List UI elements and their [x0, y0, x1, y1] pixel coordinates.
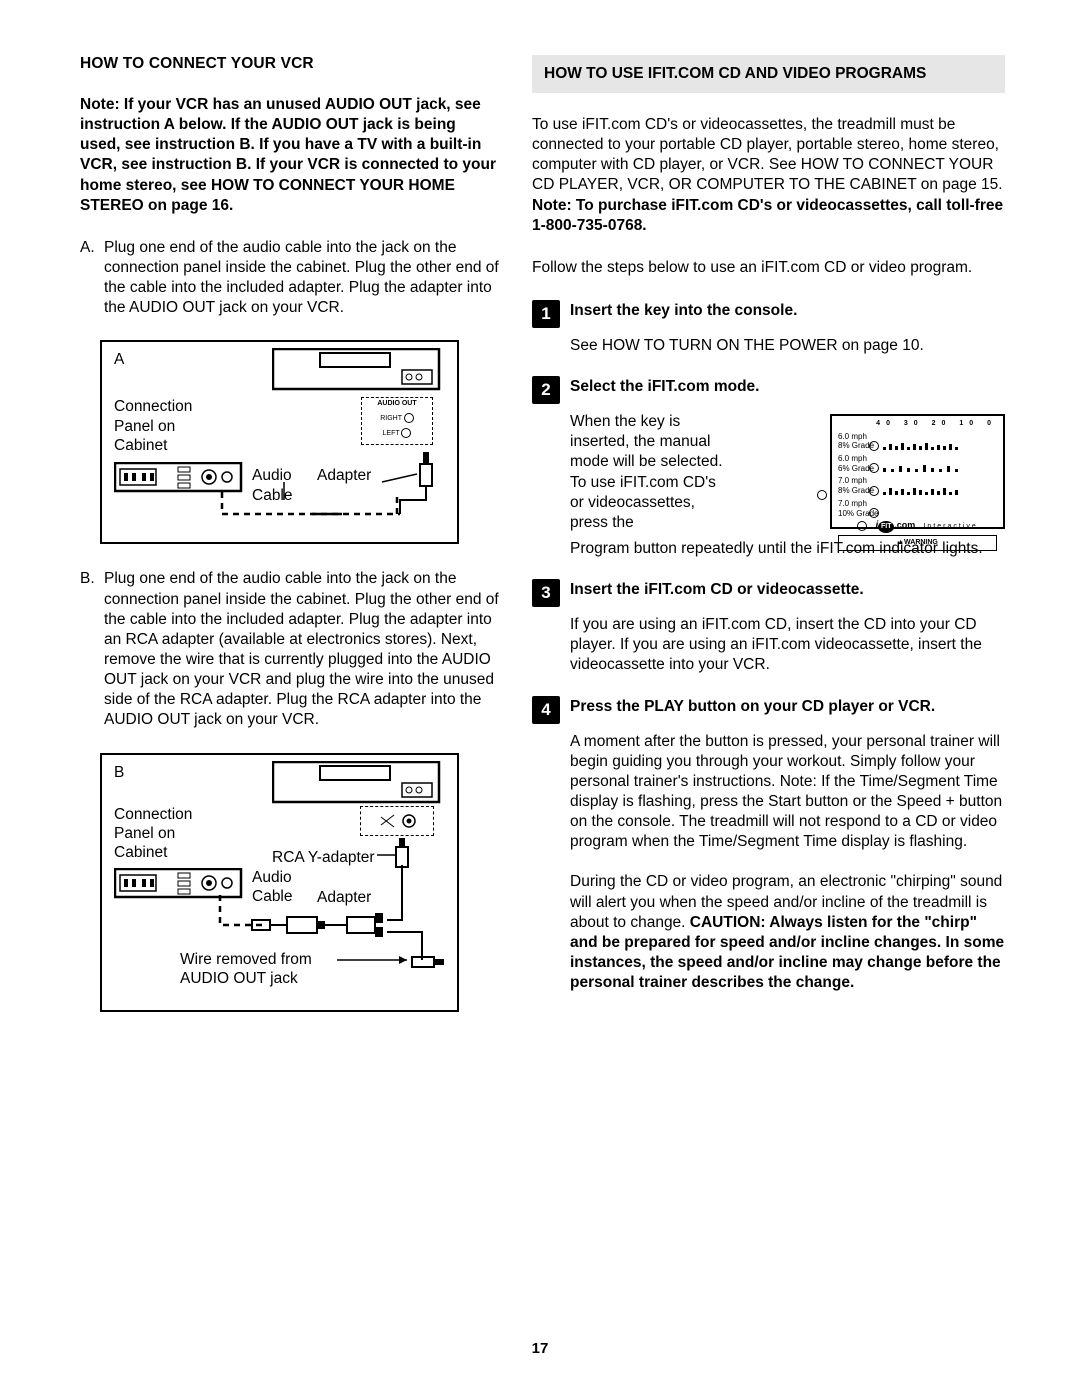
step-4-number: 4 — [532, 696, 560, 724]
console-row-3: 7.0 mph 8% Grade — [838, 476, 866, 495]
cable-b-icon — [192, 835, 452, 990]
vcr-icon-b — [272, 761, 442, 806]
instruction-b-text: Plug one end of the audio cable into the… — [104, 570, 499, 728]
audio-out-box: AUDIO OUT RIGHT LEFT — [361, 397, 433, 445]
step-4: 4 Press the PLAY button on your CD playe… — [532, 696, 1005, 724]
diagram-a-letter: A — [114, 350, 124, 369]
console-top-scale: 40 30 20 10 0 — [838, 420, 997, 428]
ifit-follow: Follow the steps below to use an iFIT.co… — [532, 258, 1005, 278]
diagram-b-connection-label: Connection Panel on Cabinet — [114, 805, 192, 863]
step-4-body-2: During the CD or video program, an elect… — [570, 872, 1005, 993]
document-page: HOW TO CONNECT YOUR VCR Note: If your VC… — [0, 0, 1080, 1397]
ifit-intro-bold: Note: To purchase iFIT.com CD's or video… — [532, 197, 1003, 234]
right-column: HOW TO USE IFIT.COM CD AND VIDEO PROGRAM… — [532, 55, 1005, 1037]
diagram-a: A Connection Panel on Cabinet Audio Cabl… — [100, 340, 459, 544]
console-warning-label: ▲WARNING — [838, 535, 997, 551]
instruction-a-text: Plug one end of the audio cable into the… — [104, 239, 499, 316]
console-row-1: 6.0 mph 8% Grade — [838, 432, 866, 451]
audio-left-label: LEFT — [383, 430, 400, 437]
step-1-number: 1 — [532, 300, 560, 328]
section-title-vcr: HOW TO CONNECT YOUR VCR — [80, 55, 500, 73]
step-3-title: Insert the iFIT.com CD or videocassette. — [570, 579, 864, 599]
instruction-a: A. Plug one end of the audio cable into … — [80, 238, 500, 319]
audio-out-label: AUDIO OUT — [362, 400, 432, 409]
instruction-b-letter: B. — [80, 569, 95, 589]
step-3: 3 Insert the iFIT.com CD or videocassett… — [532, 579, 1005, 607]
diagram-b-letter: B — [114, 763, 124, 782]
step-1-title: Insert the key into the console. — [570, 300, 797, 320]
audio-right-label: RIGHT — [380, 415, 402, 422]
instruction-b: B. Plug one end of the audio cable into … — [80, 569, 500, 730]
step-2-title: Select the iFIT.com mode. — [570, 376, 760, 396]
left-column: HOW TO CONNECT YOUR VCR Note: If your VC… — [80, 55, 500, 1037]
step-4-body-1: A moment after the button is pressed, yo… — [570, 732, 1005, 853]
step-4-title: Press the PLAY button on your CD player … — [570, 696, 935, 716]
ifit-intro-text: To use iFIT.com CD's or videocassettes, … — [532, 116, 1003, 193]
step-3-body: If you are using an iFIT.com CD, insert … — [570, 615, 1005, 675]
console-row-4: 7.0 mph 10% Grade — [838, 499, 866, 518]
step-1: 1 Insert the key into the console. — [532, 300, 1005, 328]
console-interactive-label: Interactive — [923, 523, 977, 530]
step-3-number: 3 — [532, 579, 560, 607]
instruction-a-letter: A. — [80, 238, 95, 258]
audio-out-box-b — [360, 806, 434, 836]
step-2: 2 Select the iFIT.com mode. — [532, 376, 1005, 404]
console-row-2: 6.0 mph 6% Grade — [838, 454, 866, 473]
console-panel-figure: 40 30 20 10 0 6.0 mph 8% Grade 6.0 mph 6… — [830, 414, 1005, 529]
step-2-body: When the key is inserted, the manual mod… — [570, 412, 1005, 559]
page-number: 17 — [0, 1340, 1080, 1357]
step-2-body-a: When the key is inserted, the manual mod… — [570, 413, 723, 531]
step-1-body: See HOW TO TURN ON THE POWER on page 10. — [570, 336, 1005, 356]
step-2-number: 2 — [532, 376, 560, 404]
vcr-icon — [272, 348, 442, 393]
ifit-intro: To use iFIT.com CD's or videocassettes, … — [532, 115, 1005, 236]
diagram-b: B Connection Panel on Cabinet Audio Cabl… — [100, 753, 459, 1012]
vcr-note: Note: If your VCR has an unused AUDIO OU… — [80, 95, 500, 216]
cable-a-icon — [202, 442, 452, 532]
diagram-a-connection-label: Connection Panel on Cabinet — [114, 397, 192, 455]
section-title-ifit: HOW TO USE IFIT.COM CD AND VIDEO PROGRAM… — [532, 55, 1005, 93]
